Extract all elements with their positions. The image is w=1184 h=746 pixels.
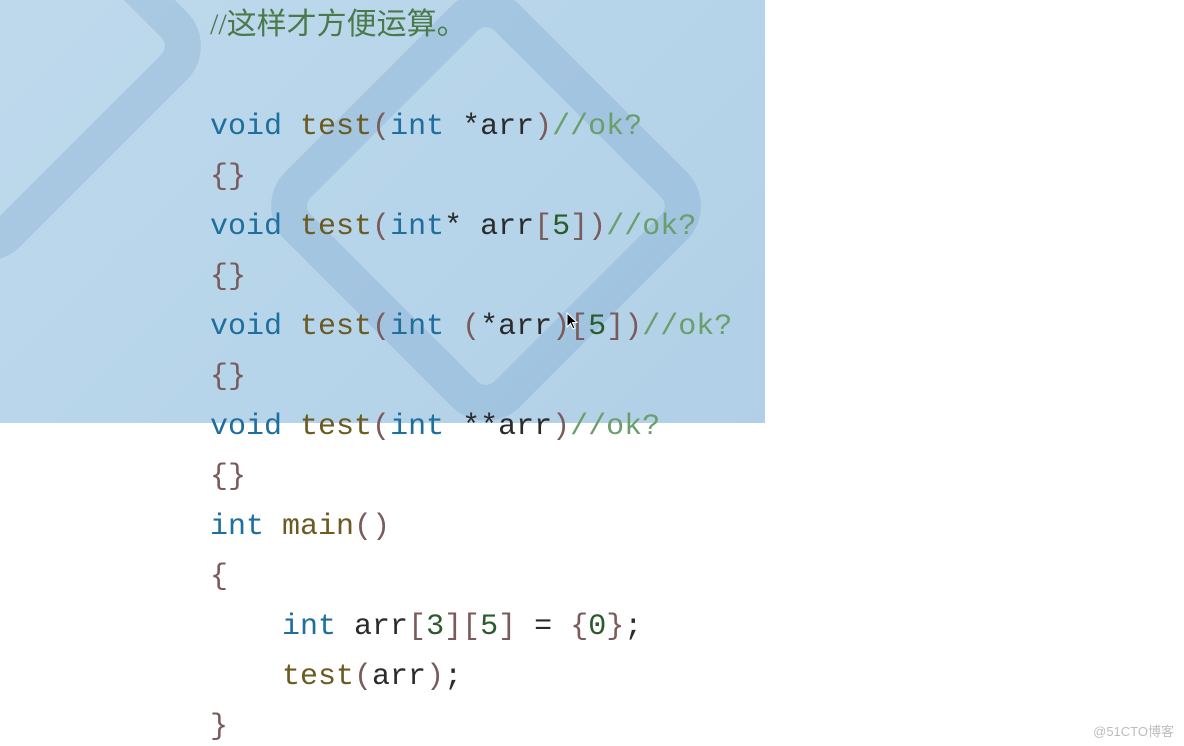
pointer-star: * bbox=[462, 110, 480, 144]
code-editor-viewport: //这样才方便运算。 void test(int *arr)//ok? {} v… bbox=[0, 0, 1184, 746]
identifier-arr: arr bbox=[480, 110, 534, 144]
keyword-int: int bbox=[390, 110, 444, 144]
bracket-close: ] bbox=[606, 310, 624, 344]
function-name: test bbox=[300, 110, 372, 144]
function-name: test bbox=[300, 410, 372, 444]
number-literal: 0 bbox=[588, 610, 606, 644]
number-literal: 3 bbox=[426, 610, 444, 644]
function-name: test bbox=[300, 210, 372, 244]
bracket-close: ] bbox=[570, 210, 588, 244]
number-literal: 5 bbox=[480, 610, 498, 644]
function-name: test bbox=[300, 310, 372, 344]
code-comment: //ok? bbox=[570, 410, 660, 444]
keyword-void: void bbox=[210, 410, 282, 444]
number-literal: 5 bbox=[552, 210, 570, 244]
paren-close: ) bbox=[534, 110, 552, 144]
keyword-int: int bbox=[390, 310, 444, 344]
semicolon: ; bbox=[624, 610, 642, 644]
pointer-star: * bbox=[480, 310, 498, 344]
paren-open: ( bbox=[354, 660, 372, 694]
paren-close: ) bbox=[624, 310, 642, 344]
function-call: test bbox=[282, 660, 354, 694]
identifier-arr: arr bbox=[498, 310, 552, 344]
keyword-int: int bbox=[390, 410, 444, 444]
pointer-double-star: ** bbox=[462, 410, 498, 444]
brace-open: { bbox=[210, 560, 228, 594]
bracket-close: ] bbox=[444, 610, 462, 644]
bracket-open: [ bbox=[408, 610, 426, 644]
brace-close: } bbox=[606, 610, 624, 644]
code-block: //这样才方便运算。 void test(int *arr)//ok? {} v… bbox=[0, 0, 1184, 746]
code-comment: //ok? bbox=[642, 310, 732, 344]
paren-open: ( bbox=[372, 310, 390, 344]
mouse-cursor-icon bbox=[566, 312, 580, 330]
keyword-void: void bbox=[210, 210, 282, 244]
braces-empty: {} bbox=[210, 260, 246, 294]
identifier-arr: arr bbox=[372, 660, 426, 694]
paren-open: ( bbox=[372, 410, 390, 444]
function-main: main bbox=[282, 510, 354, 544]
code-comment: //ok? bbox=[552, 110, 642, 144]
paren-open: ( bbox=[372, 210, 390, 244]
semicolon: ; bbox=[444, 660, 462, 694]
paren-open: ( bbox=[354, 510, 372, 544]
bracket-open: [ bbox=[534, 210, 552, 244]
paren-close: ) bbox=[588, 210, 606, 244]
identifier-arr: arr bbox=[354, 610, 408, 644]
paren-close: ) bbox=[426, 660, 444, 694]
paren-close: ) bbox=[372, 510, 390, 544]
bracket-open: [ bbox=[462, 610, 480, 644]
keyword-int: int bbox=[282, 610, 336, 644]
operator-assign: = bbox=[534, 610, 552, 644]
paren-close: ) bbox=[552, 410, 570, 444]
keyword-void: void bbox=[210, 110, 282, 144]
paren-open: ( bbox=[372, 110, 390, 144]
keyword-int: int bbox=[390, 210, 444, 244]
number-literal: 5 bbox=[588, 310, 606, 344]
braces-empty: {} bbox=[210, 160, 246, 194]
identifier-arr: arr bbox=[480, 210, 534, 244]
keyword-void: void bbox=[210, 310, 282, 344]
site-watermark: @51CTO博客 bbox=[1093, 721, 1174, 740]
braces-empty: {} bbox=[210, 460, 246, 494]
paren-open: ( bbox=[462, 310, 480, 344]
code-comment: //ok? bbox=[606, 210, 696, 244]
identifier-arr: arr bbox=[498, 410, 552, 444]
pointer-star: * bbox=[444, 210, 462, 244]
keyword-int: int bbox=[210, 510, 264, 544]
code-comment: //这样才方便运算。 bbox=[210, 8, 467, 41]
brace-close: } bbox=[210, 710, 228, 744]
brace-open: { bbox=[570, 610, 588, 644]
braces-empty: {} bbox=[210, 360, 246, 394]
bracket-close: ] bbox=[498, 610, 516, 644]
